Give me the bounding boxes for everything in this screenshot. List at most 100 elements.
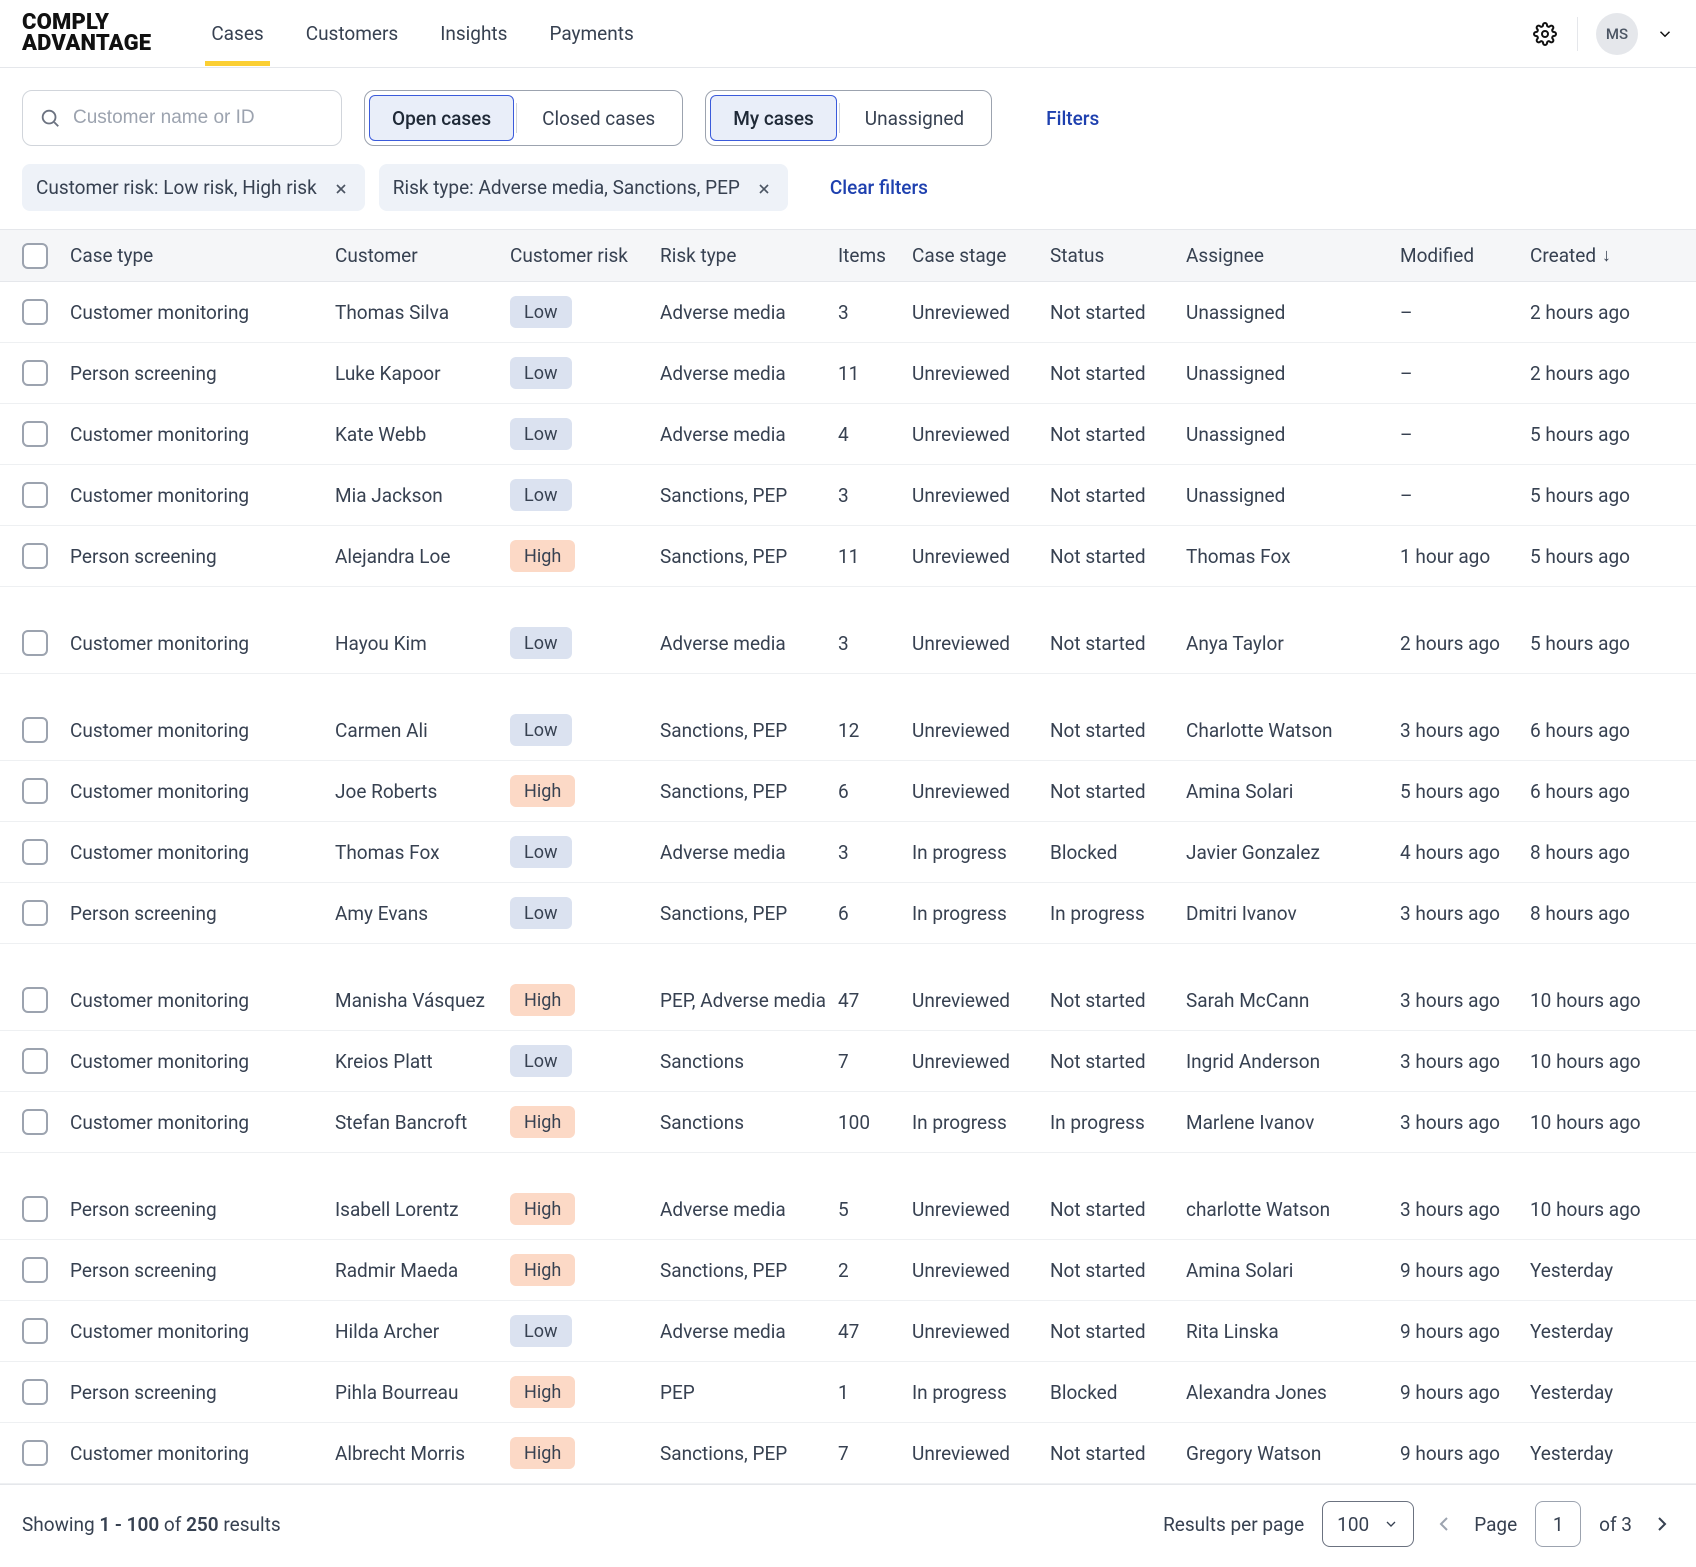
cell-assignee: Unassigned bbox=[1186, 301, 1400, 324]
table-row[interactable]: Customer monitoringMia JacksonLowSanctio… bbox=[0, 465, 1696, 526]
settings-button[interactable] bbox=[1531, 20, 1559, 48]
risk-badge: Low bbox=[510, 479, 572, 511]
cell-items: 47 bbox=[838, 1320, 912, 1343]
cell-modified: 3 hours ago bbox=[1400, 1111, 1530, 1134]
cell-items: 2 bbox=[838, 1259, 912, 1282]
row-checkbox[interactable] bbox=[22, 543, 48, 569]
col-risk-type[interactable]: Risk type bbox=[660, 244, 838, 267]
risk-badge: High bbox=[510, 1437, 575, 1469]
seg-scope-unassigned[interactable]: Unassigned bbox=[842, 95, 987, 141]
row-checkbox[interactable] bbox=[22, 630, 48, 656]
table-row[interactable]: Person screeningRadmir MaedaHighSanction… bbox=[0, 1240, 1696, 1301]
cell-customer-risk: Low bbox=[510, 479, 660, 511]
cell-customer-risk: High bbox=[510, 1193, 660, 1225]
col-case-stage[interactable]: Case stage bbox=[912, 244, 1050, 267]
col-customer[interactable]: Customer bbox=[335, 244, 510, 267]
risk-badge: Low bbox=[510, 1045, 572, 1077]
row-checkbox[interactable] bbox=[22, 1379, 48, 1405]
col-created[interactable]: Created ↓ bbox=[1530, 244, 1674, 267]
table-row[interactable]: Customer monitoringHayou KimLowAdverse m… bbox=[0, 613, 1696, 674]
col-items[interactable]: Items bbox=[838, 244, 912, 267]
search-input[interactable] bbox=[73, 107, 325, 129]
table-row[interactable]: Person screeningIsabell LorentzHighAdver… bbox=[0, 1179, 1696, 1240]
risk-badge: Low bbox=[510, 627, 572, 659]
row-checkbox[interactable] bbox=[22, 1196, 48, 1222]
active-filter-chips: Customer risk: Low risk, High riskRisk t… bbox=[0, 164, 1696, 229]
row-checkbox[interactable] bbox=[22, 987, 48, 1013]
row-checkbox[interactable] bbox=[22, 900, 48, 926]
table-row[interactable]: Customer monitoringKreios PlattLowSancti… bbox=[0, 1031, 1696, 1092]
cell-case-stage: Unreviewed bbox=[912, 1320, 1050, 1343]
cell-assignee: Alexandra Jones bbox=[1186, 1381, 1400, 1404]
table-row[interactable]: Customer monitoringJoe RobertsHighSancti… bbox=[0, 761, 1696, 822]
user-initials: MS bbox=[1606, 25, 1628, 43]
next-page-button[interactable] bbox=[1650, 1512, 1674, 1536]
cell-risk-type: Sanctions, PEP bbox=[660, 902, 838, 925]
seg-open-open-cases[interactable]: Open cases bbox=[369, 95, 514, 141]
cell-assignee: Javier Gonzalez bbox=[1186, 841, 1400, 864]
cell-case-type: Customer monitoring bbox=[70, 1320, 335, 1343]
cell-modified: 9 hours ago bbox=[1400, 1442, 1530, 1465]
cell-case-stage: Unreviewed bbox=[912, 545, 1050, 568]
table-row[interactable]: Customer monitoringCarmen AliLowSanction… bbox=[0, 700, 1696, 761]
col-case-type[interactable]: Case type bbox=[70, 244, 335, 267]
filter-chip: Customer risk: Low risk, High risk bbox=[22, 164, 365, 211]
row-checkbox[interactable] bbox=[22, 360, 48, 386]
row-checkbox[interactable] bbox=[22, 299, 48, 325]
seg-open-closed-cases[interactable]: Closed cases bbox=[519, 95, 678, 141]
cell-assignee: Amina Solari bbox=[1186, 780, 1400, 803]
table-row[interactable]: Person screeningAmy EvansLowSanctions, P… bbox=[0, 883, 1696, 944]
results-summary: Showing 1 - 100 of 250 results bbox=[22, 1513, 281, 1536]
table-row[interactable]: Customer monitoringThomas SilvaLowAdvers… bbox=[0, 282, 1696, 343]
table-row[interactable]: Customer monitoringStefan BancroftHighSa… bbox=[0, 1092, 1696, 1153]
cell-modified: 9 hours ago bbox=[1400, 1259, 1530, 1282]
results-word: results bbox=[219, 1513, 281, 1536]
row-checkbox[interactable] bbox=[22, 1440, 48, 1466]
col-customer-risk[interactable]: Customer risk bbox=[510, 244, 660, 267]
row-checkbox[interactable] bbox=[22, 1048, 48, 1074]
row-checkbox[interactable] bbox=[22, 1257, 48, 1283]
seg-scope-my-cases[interactable]: My cases bbox=[710, 95, 837, 141]
row-checkbox[interactable] bbox=[22, 1318, 48, 1344]
app-header: COMPLY ADVANTAGE CasesCustomersInsightsP… bbox=[0, 0, 1696, 68]
table-row[interactable]: Customer monitoringKate WebbLowAdverse m… bbox=[0, 404, 1696, 465]
search-box[interactable] bbox=[22, 90, 342, 146]
table-row[interactable]: Customer monitoringAlbrecht MorrisHighSa… bbox=[0, 1423, 1696, 1484]
filters-link[interactable]: Filters bbox=[1046, 107, 1099, 130]
row-checkbox[interactable] bbox=[22, 482, 48, 508]
table-row[interactable]: Person screeningAlejandra LoeHighSanctio… bbox=[0, 526, 1696, 587]
close-icon[interactable] bbox=[333, 179, 351, 197]
row-checkbox[interactable] bbox=[22, 778, 48, 804]
user-avatar[interactable]: MS bbox=[1596, 13, 1638, 55]
col-modified[interactable]: Modified bbox=[1400, 244, 1530, 267]
table-row[interactable]: Customer monitoringThomas FoxLowAdverse … bbox=[0, 822, 1696, 883]
table-row[interactable]: Customer monitoringHilda ArcherLowAdvers… bbox=[0, 1301, 1696, 1362]
cell-items: 3 bbox=[838, 632, 912, 655]
col-assignee[interactable]: Assignee bbox=[1186, 244, 1400, 267]
select-all-checkbox[interactable] bbox=[22, 243, 48, 269]
row-checkbox[interactable] bbox=[22, 717, 48, 743]
row-checkbox[interactable] bbox=[22, 421, 48, 447]
cell-case-stage: Unreviewed bbox=[912, 1050, 1050, 1073]
cell-items: 3 bbox=[838, 841, 912, 864]
cell-assignee: Rita Linska bbox=[1186, 1320, 1400, 1343]
close-icon[interactable] bbox=[756, 179, 774, 197]
cell-customer-risk: High bbox=[510, 540, 660, 572]
nav-insights[interactable]: Insights bbox=[440, 22, 507, 63]
col-status[interactable]: Status bbox=[1050, 244, 1186, 267]
page-number-input[interactable]: 1 bbox=[1535, 1501, 1581, 1547]
row-checkbox[interactable] bbox=[22, 1109, 48, 1135]
table-body: Customer monitoringThomas SilvaLowAdvers… bbox=[0, 282, 1696, 1484]
table-row[interactable]: Customer monitoringManisha VásquezHighPE… bbox=[0, 970, 1696, 1031]
cell-case-type: Customer monitoring bbox=[70, 301, 335, 324]
table-row[interactable]: Person screeningLuke KapoorLowAdverse me… bbox=[0, 343, 1696, 404]
row-checkbox[interactable] bbox=[22, 839, 48, 865]
prev-page-button[interactable] bbox=[1432, 1512, 1456, 1536]
user-menu-chevron-icon[interactable] bbox=[1656, 25, 1674, 43]
nav-payments[interactable]: Payments bbox=[549, 22, 633, 63]
clear-filters-link[interactable]: Clear filters bbox=[830, 176, 928, 199]
nav-customers[interactable]: Customers bbox=[306, 22, 399, 63]
results-per-page-select[interactable]: 100 bbox=[1322, 1501, 1414, 1547]
cell-risk-type: Adverse media bbox=[660, 632, 838, 655]
nav-cases[interactable]: Cases bbox=[211, 22, 263, 63]
